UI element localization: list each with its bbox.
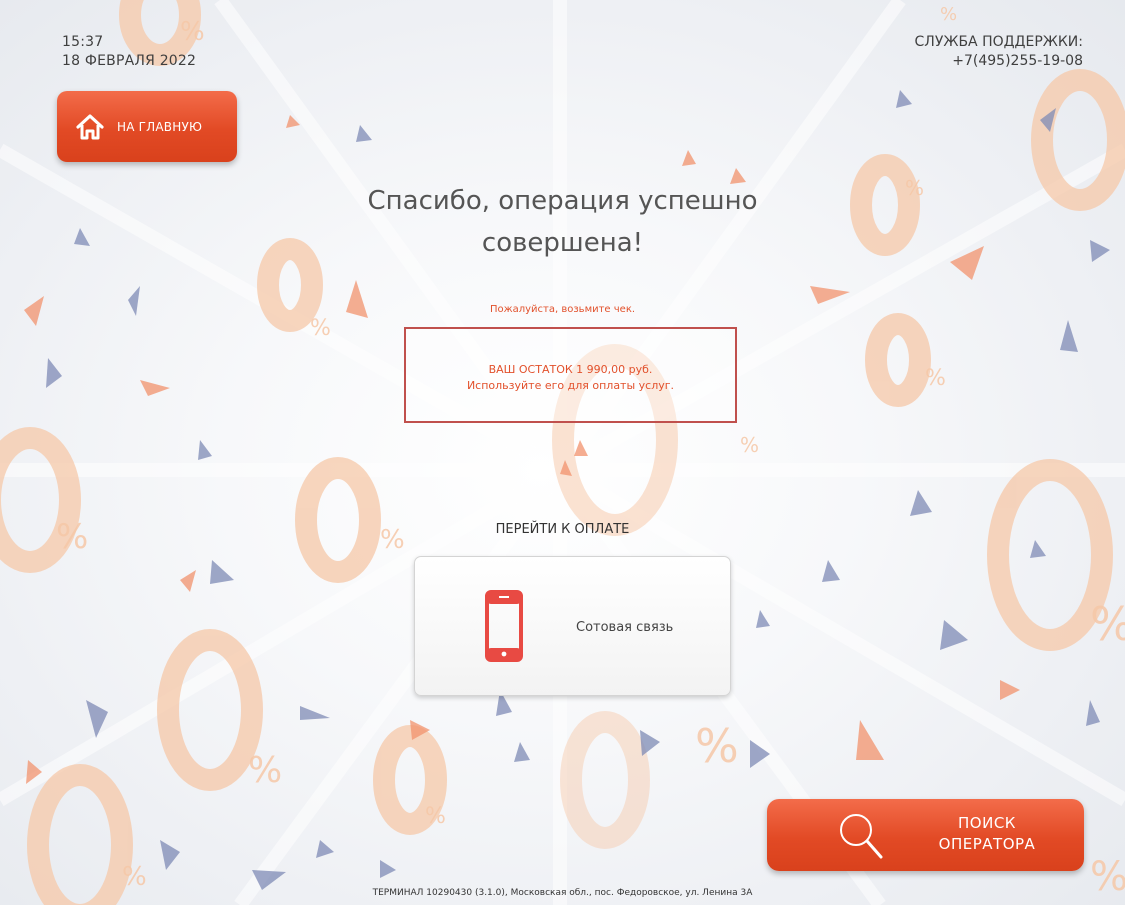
search-operator-label-line-1: ПОИСК bbox=[958, 814, 1016, 832]
magnifier-icon bbox=[840, 814, 883, 859]
service-mobile-label: Сотовая связь bbox=[576, 620, 674, 635]
svg-text:%: % bbox=[310, 316, 331, 341]
balance-box: ВАШ ОСТАТОК 1 990,00 руб. Используйте ег… bbox=[404, 327, 737, 423]
support-label: СЛУЖБА ПОДДЕРЖКИ: bbox=[914, 34, 1083, 50]
home-button-label: НА ГЛАВНУЮ bbox=[117, 119, 203, 134]
balance-hint: Используйте его для оплаты услуг. bbox=[466, 379, 675, 392]
search-operator-label: ПОИСК ОПЕРАТОРА bbox=[917, 813, 1057, 855]
search-operator-button[interactable]: ПОИСК ОПЕРАТОРА bbox=[767, 799, 1084, 871]
support-panel: СЛУЖБА ПОДДЕРЖКИ: +7(495)255-19-08 bbox=[915, 33, 1083, 71]
search-operator-label-line-2: ОПЕРАТОРА bbox=[938, 835, 1036, 853]
svg-text:%: % bbox=[740, 433, 759, 457]
home-button[interactable]: НА ГЛАВНУЮ bbox=[57, 91, 237, 162]
svg-text:%: % bbox=[1090, 597, 1125, 651]
clock-panel: 15:37 18 ФЕВРАЛЯ 2022 bbox=[62, 33, 196, 71]
home-icon bbox=[76, 113, 104, 139]
success-title: Спасибо, операция успешно совершена! bbox=[0, 180, 1125, 264]
svg-text:%: % bbox=[425, 804, 446, 829]
success-title-line-2: совершена! bbox=[481, 228, 644, 258]
svg-text:%: % bbox=[695, 719, 739, 773]
mobile-phone-icon bbox=[485, 590, 523, 662]
take-receipt-text: Пожалуйста, возьмите чек. bbox=[489, 304, 636, 315]
svg-text:%: % bbox=[248, 750, 282, 791]
support-phone: +7(495)255-19-08 bbox=[952, 53, 1083, 69]
svg-text:%: % bbox=[925, 366, 946, 391]
success-title-line-1: Спасибо, операция успешно bbox=[367, 186, 758, 216]
balance-amount: ВАШ ОСТАТОК 1 990,00 руб. bbox=[488, 363, 653, 376]
current-time: 15:37 bbox=[62, 34, 104, 50]
terminal-info: ТЕРМИНАЛ 10290430 (3.1.0), Московская об… bbox=[372, 888, 753, 898]
current-date: 18 ФЕВРАЛЯ 2022 bbox=[62, 53, 197, 69]
svg-text:%: % bbox=[940, 4, 957, 25]
service-mobile-button[interactable]: Сотовая связь bbox=[414, 556, 731, 696]
goto-payment-heading: ПЕРЕЙТИ К ОПЛАТЕ bbox=[495, 522, 630, 537]
